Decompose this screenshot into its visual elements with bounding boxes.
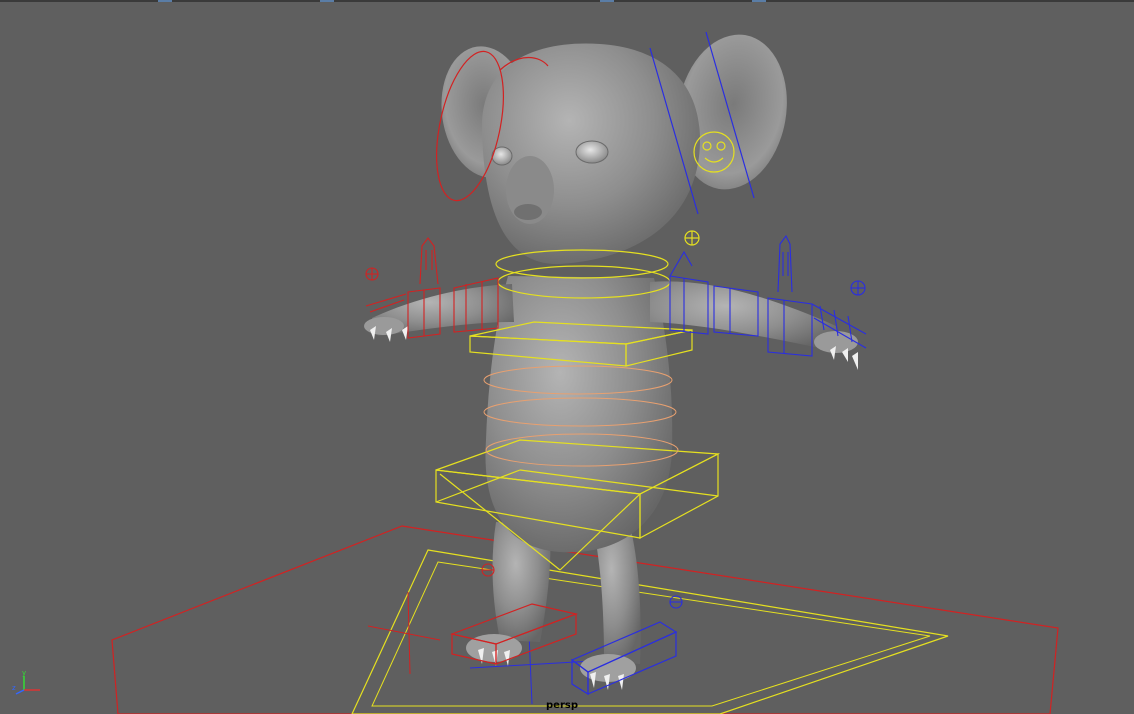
koala-model[interactable]	[364, 26, 858, 690]
head-aim-ctrl[interactable]	[684, 230, 700, 246]
axis-gizmo-icon: y z	[12, 669, 40, 695]
maya-viewport-persp[interactable]: y z persp	[0, 0, 1134, 714]
camera-name-label: persp	[546, 700, 578, 711]
axis-y-label: y	[22, 669, 26, 677]
cog-ctrl[interactable]	[351, 549, 949, 714]
axis-z-label: z	[12, 684, 16, 692]
scene-canvas[interactable]	[0, 0, 1134, 714]
root-ctrl[interactable]	[111, 525, 1059, 714]
